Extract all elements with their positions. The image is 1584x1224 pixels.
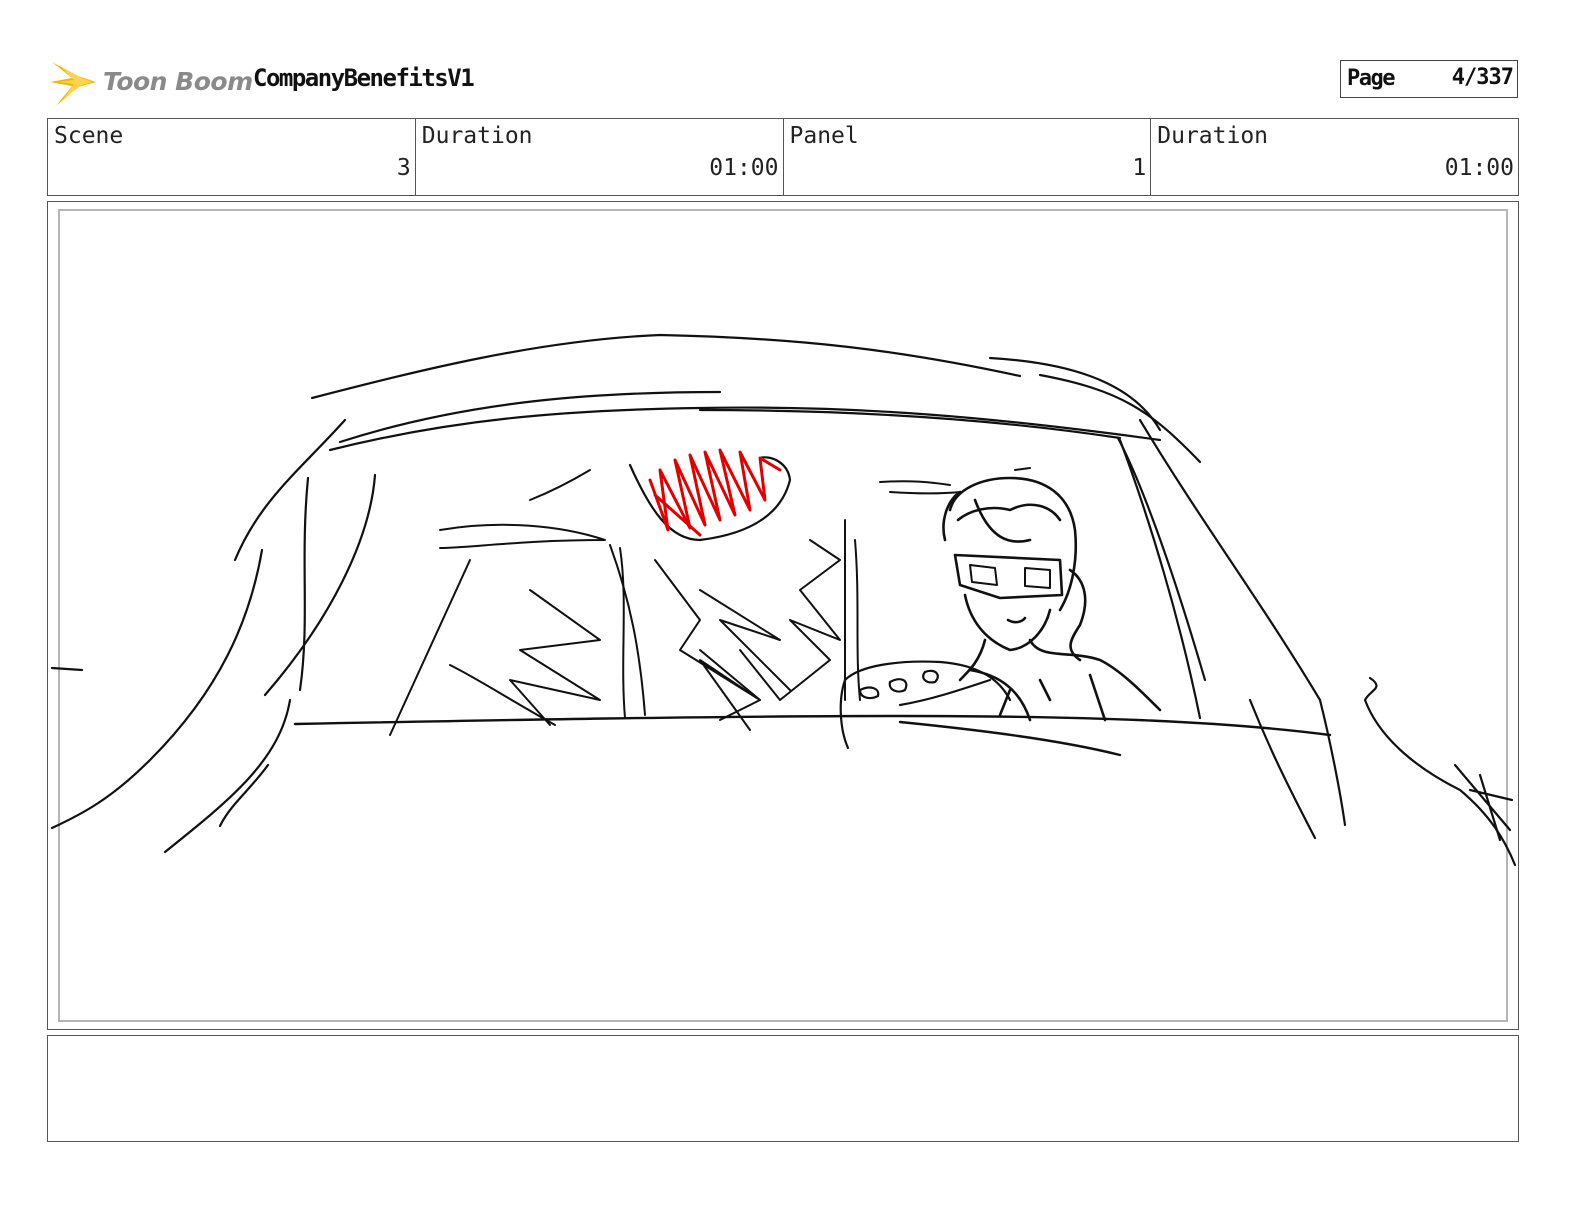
- storyboard-sketch: [50, 333, 1517, 867]
- starburst-icon: [50, 62, 96, 106]
- action-notes-box: [47, 1035, 1519, 1142]
- background-scribble-lines: [389, 467, 1031, 736]
- scene-duration-label: Duration: [421, 123, 533, 149]
- scene-duration-value: 01:00: [709, 155, 779, 181]
- panel-value: 1: [1132, 155, 1147, 181]
- logo-text: Toon Boom: [103, 67, 253, 96]
- panel-info-table: Scene 3 Duration 01:00 Panel 1 Duration …: [47, 118, 1519, 196]
- scene-cell: Scene 3: [48, 119, 416, 195]
- project-title: CompanyBenefitsV1: [253, 64, 475, 92]
- scene-label: Scene: [54, 123, 124, 149]
- toon-boom-logo: Toon Boom: [48, 54, 253, 110]
- car-roof-lines: [310, 333, 1202, 464]
- scene-duration-cell: Duration 01:00: [416, 119, 784, 195]
- storyboard-header: Toon Boom CompanyBenefitsV1 Page 4/337: [48, 52, 1520, 112]
- panel-duration-value: 01:00: [1444, 155, 1514, 181]
- page-label: Page: [1347, 66, 1395, 91]
- car-dashboard-lines: [293, 714, 1332, 757]
- panel-duration-cell: Duration 01:00: [1151, 119, 1518, 195]
- page-value: 4/337: [1451, 65, 1514, 90]
- steering-wheel: [839, 660, 1012, 750]
- panel-label: Panel: [789, 123, 859, 149]
- car-left-body-lines: [50, 418, 377, 854]
- panel-duration-label: Duration: [1157, 123, 1269, 149]
- panel-cell: Panel 1: [784, 119, 1152, 195]
- scene-value: 3: [396, 155, 411, 181]
- car-right-body-lines: [1116, 418, 1517, 867]
- page-counter: Page 4/337: [1340, 60, 1518, 98]
- red-highlight-scribble: [648, 448, 782, 537]
